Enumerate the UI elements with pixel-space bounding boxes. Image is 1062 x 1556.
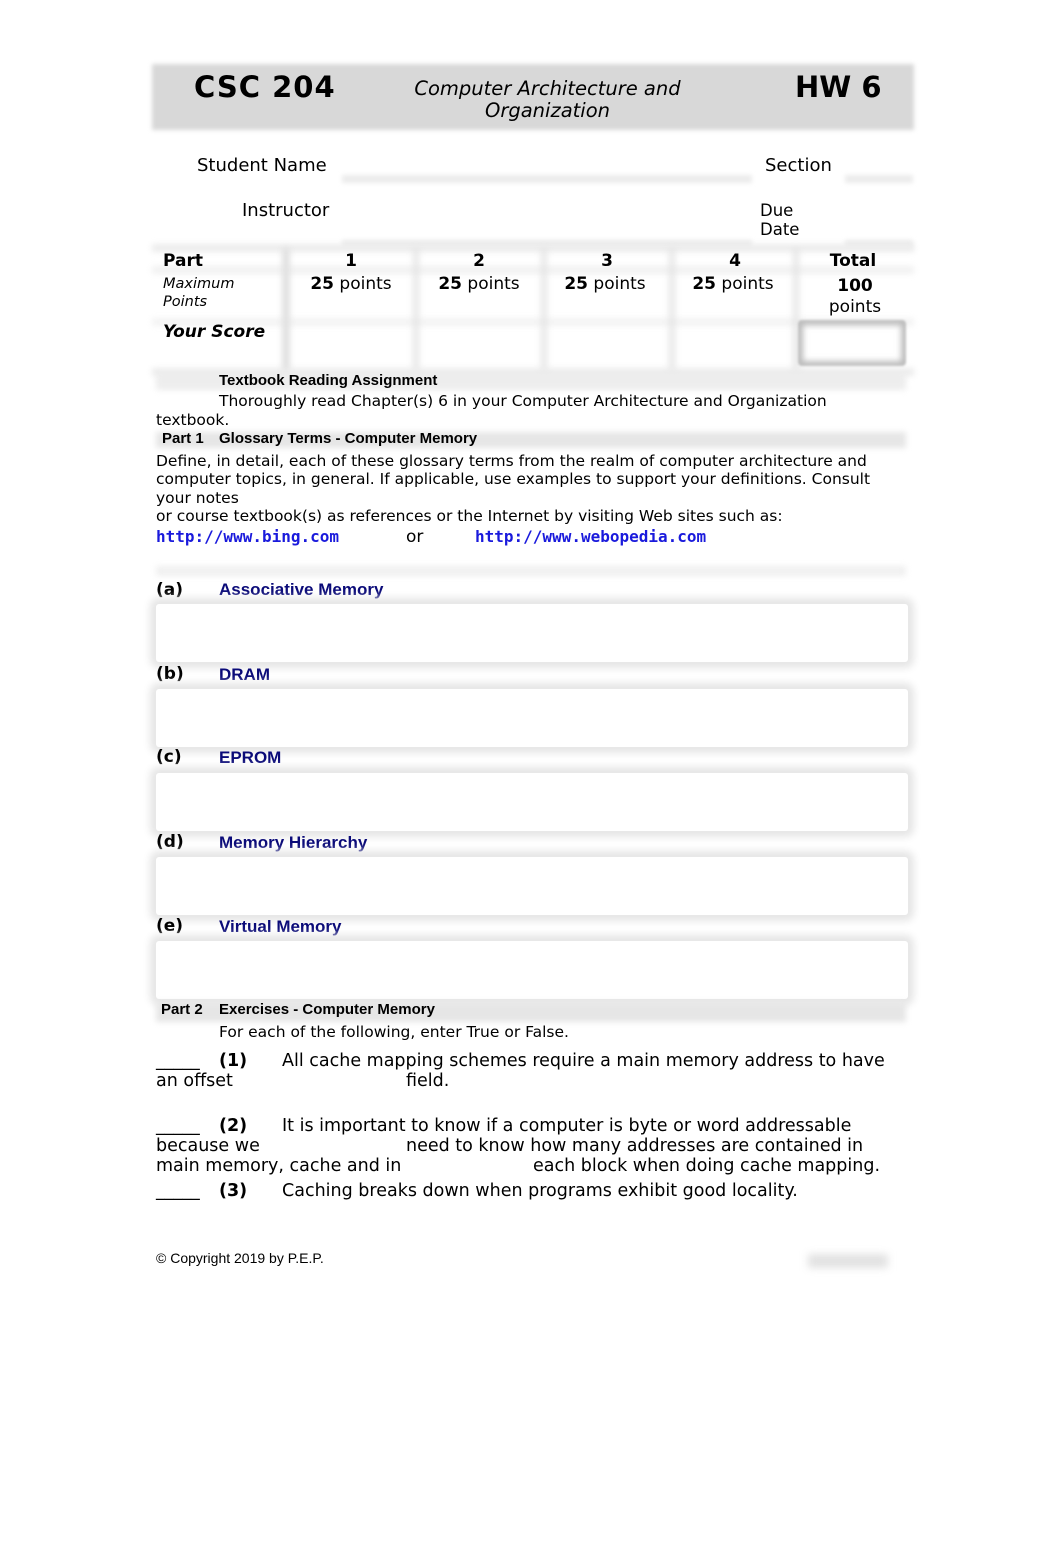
exercise-1-line-2: an offset: [156, 1071, 233, 1091]
max-points-4: 25 points: [673, 274, 793, 294]
max-points-value: 25: [438, 274, 463, 294]
part1-instruction-2: computer topics, in general. If applicab…: [156, 470, 871, 488]
exercise-2-line-2: because we: [156, 1136, 260, 1156]
reading-line-1: Thoroughly read Chapter(s) 6 in your Com…: [219, 392, 827, 410]
part-header-4: 4: [729, 251, 741, 271]
max-points-1: 25 points: [291, 274, 411, 294]
part2-instructions: For each of the following, enter True or…: [219, 1023, 569, 1041]
term-name-d: Memory Hierarchy: [219, 833, 368, 852]
exercise-number-1: (1): [219, 1051, 248, 1071]
score-input-2[interactable]: [424, 326, 536, 364]
exercise-2-line-3: need to know how many addresses are cont…: [406, 1136, 864, 1156]
answer-box-d[interactable]: [156, 857, 908, 915]
score-input-1[interactable]: [296, 326, 408, 364]
part1-instruction-1: Define, in detail, each of these glossar…: [156, 452, 867, 470]
term-letter-d: (d): [156, 832, 184, 852]
part2-title: Exercises - Computer Memory: [219, 1001, 435, 1018]
section-field[interactable]: [845, 175, 913, 183]
max-points-value: 25: [564, 274, 589, 294]
max-points-2: 25 points: [419, 274, 539, 294]
table-divider: [282, 248, 290, 370]
score-input-3[interactable]: [552, 326, 664, 364]
answer-blank-2[interactable]: _____: [156, 1116, 200, 1136]
due-date-label: Due Date: [760, 201, 800, 239]
max-points-unit: points: [339, 274, 392, 294]
max-points-value: 25: [310, 274, 335, 294]
exercise-2-line-5: each block when doing cache mapping.: [533, 1156, 881, 1176]
exercise-2-line-4: main memory, cache and in: [156, 1156, 402, 1176]
part-header-total: Total: [829, 251, 877, 271]
exercise-3-line-1: Caching breaks down when programs exhibi…: [282, 1181, 798, 1201]
term-name-b: DRAM: [219, 665, 270, 684]
max-points-value: 25: [692, 274, 717, 294]
term-letter-a: (a): [156, 580, 184, 600]
row-label-part: Part: [163, 251, 203, 271]
copyright: © Copyright 2019 by P.E.P.: [156, 1250, 324, 1266]
section-label: Section: [765, 155, 832, 176]
bing-link[interactable]: http://www.bing.com: [156, 527, 339, 546]
reading-line-2: textbook.: [156, 411, 230, 429]
term-name-a: Associative Memory: [219, 580, 384, 599]
term-name-e: Virtual Memory: [219, 917, 342, 936]
term-letter-e: (e): [156, 916, 184, 936]
assignment-number: HW 6: [795, 70, 882, 104]
part2-label: Part 2: [161, 1001, 203, 1018]
or-text: or: [406, 527, 424, 547]
course-title: Computer Architecture and Organization: [414, 77, 681, 122]
total-score-box[interactable]: [798, 320, 906, 366]
part1-title: Glossary Terms - Computer Memory: [219, 430, 478, 447]
term-letter-b: (b): [156, 664, 184, 684]
part-header-1: 1: [345, 251, 357, 271]
max-points-value: 100: [837, 276, 873, 296]
exercise-2-line-1: It is important to know if a computer is…: [282, 1116, 852, 1136]
instructor-label: Instructor: [242, 200, 330, 221]
exercise-number-2: (2): [219, 1116, 248, 1136]
part-header-2: 2: [473, 251, 485, 271]
student-name-label: Student Name: [197, 155, 327, 176]
exercise-1-line-1: All cache mapping schemes require a main…: [282, 1051, 885, 1071]
part1-instruction-3: your notes: [156, 489, 239, 507]
answer-box-a[interactable]: [156, 604, 908, 662]
exercise-number-3: (3): [219, 1181, 248, 1201]
student-name-field[interactable]: [342, 175, 752, 183]
reading-heading: Textbook Reading Assignment: [219, 372, 438, 389]
row-label-your-score: Your Score: [163, 322, 266, 342]
answer-blank-1[interactable]: _____: [156, 1051, 200, 1071]
answer-blank-3[interactable]: _____: [156, 1181, 200, 1201]
exercise-1-line-3: field.: [406, 1071, 450, 1091]
max-points-unit: points: [467, 274, 520, 294]
answer-box-c[interactable]: [156, 773, 908, 831]
part1-label: Part 1: [162, 430, 204, 447]
webopedia-link[interactable]: http://www.webopedia.com: [475, 527, 706, 546]
course-code: CSC 204: [194, 70, 336, 104]
part1-instruction-4: or course textbook(s) as references or t…: [156, 507, 783, 525]
max-points-3: 25 points: [545, 274, 665, 294]
row-label-max-points: Maximum Points: [163, 276, 235, 310]
score-input-4[interactable]: [680, 326, 788, 364]
max-points-unit: points: [721, 274, 774, 294]
max-points-unit: points: [828, 297, 882, 317]
divider: [156, 566, 906, 576]
term-letter-c: (c): [156, 747, 182, 767]
page-number-blurred: [808, 1254, 888, 1268]
answer-box-e[interactable]: [156, 941, 908, 999]
max-points-total: 100 points: [802, 276, 908, 318]
max-points-unit: points: [593, 274, 646, 294]
answer-box-b[interactable]: [156, 689, 908, 747]
part-header-3: 3: [601, 251, 613, 271]
term-name-c: EPROM: [219, 748, 282, 767]
